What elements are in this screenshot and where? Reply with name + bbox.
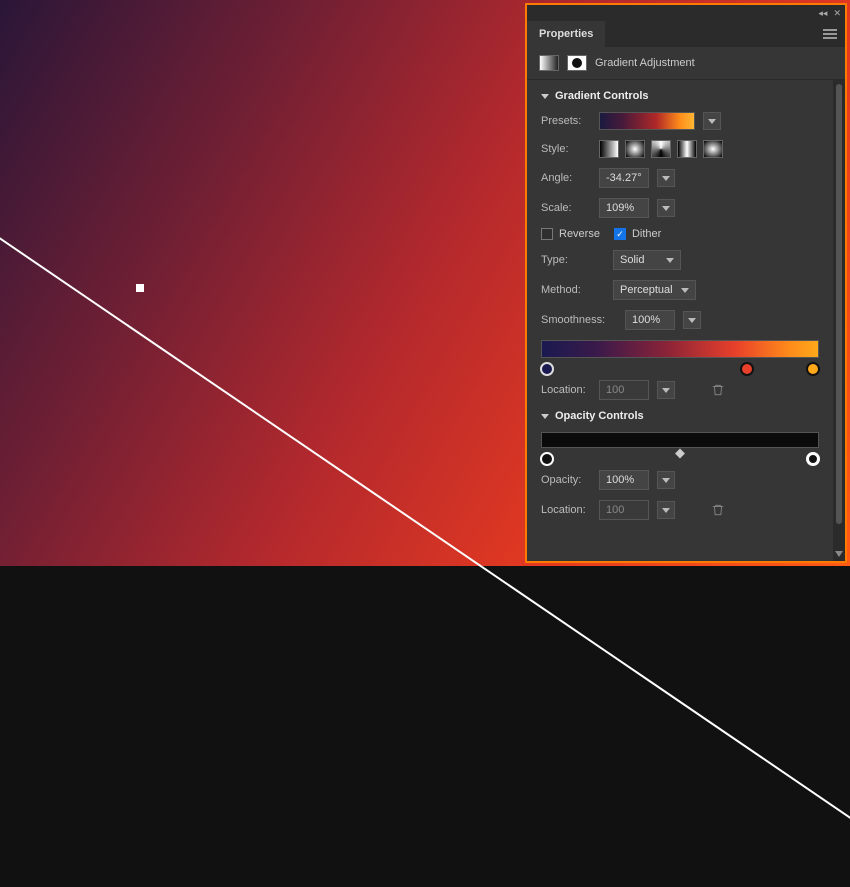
color-location-dropdown[interactable] (657, 381, 675, 399)
dither-checkbox[interactable] (614, 228, 626, 240)
color-stop-3[interactable] (806, 362, 820, 376)
gradient-opacity-bar[interactable] (541, 432, 819, 448)
method-select[interactable]: Perceptual (613, 280, 696, 300)
panel-scrollbar[interactable] (833, 80, 845, 561)
reverse-label: Reverse (559, 228, 600, 240)
presets-label: Presets: (541, 115, 591, 127)
dither-label: Dither (632, 228, 661, 240)
section-gradient-controls[interactable]: Gradient Controls (541, 90, 819, 102)
panel-scroll-content: Gradient Controls Presets: Style: Angle: (527, 80, 833, 561)
angle-dropdown[interactable] (657, 169, 675, 187)
opacity-input[interactable]: 100% (599, 470, 649, 490)
opacity-location-dropdown[interactable] (657, 501, 675, 519)
preset-dropdown-button[interactable] (703, 112, 721, 130)
panel-collapse-icon[interactable]: ◂◂ (818, 8, 827, 19)
color-location-input[interactable]: 100 (599, 380, 649, 400)
angle-input[interactable]: -34.27° (599, 168, 649, 188)
panel-menu-icon[interactable] (823, 29, 837, 39)
opacity-label: Opacity: (541, 474, 591, 486)
type-label: Type: (541, 254, 605, 266)
gradient-color-bar[interactable] (541, 340, 819, 358)
style-angular-icon[interactable] (651, 140, 671, 158)
opacity-stop-1[interactable] (540, 452, 554, 466)
scale-label: Scale: (541, 202, 591, 214)
opacity-location-label: Location: (541, 504, 591, 516)
section-gradient-controls-label: Gradient Controls (555, 90, 649, 102)
adjustment-title: Gradient Adjustment (595, 57, 695, 69)
panel-titlebar: ◂◂ ✕ (527, 5, 845, 21)
panel-tabbar: Properties (527, 21, 845, 47)
chevron-down-icon (541, 94, 549, 99)
style-reflected-icon[interactable] (677, 140, 697, 158)
panel-close-icon[interactable]: ✕ (833, 8, 841, 19)
color-location-label: Location: (541, 384, 591, 396)
method-label: Method: (541, 284, 605, 296)
style-label: Style: (541, 143, 591, 155)
smoothness-label: Smoothness: (541, 314, 617, 326)
opacity-midpoint-handle[interactable] (675, 449, 685, 459)
delete-opacity-stop-icon[interactable] (711, 503, 725, 517)
smoothness-dropdown[interactable] (683, 311, 701, 329)
scrollbar-down-icon[interactable] (835, 551, 843, 559)
chevron-down-icon (541, 414, 549, 419)
section-opacity-controls[interactable]: Opacity Controls (541, 410, 819, 422)
type-select[interactable]: Solid (613, 250, 681, 270)
properties-panel: ◂◂ ✕ Properties Gradient Adjustment Grad… (525, 3, 847, 563)
opacity-stop-2[interactable] (806, 452, 820, 466)
reverse-checkbox[interactable] (541, 228, 553, 240)
color-stop-2[interactable] (740, 362, 754, 376)
opacity-location-input[interactable]: 100 (599, 500, 649, 520)
scale-input[interactable]: 109% (599, 198, 649, 218)
angle-label: Angle: (541, 172, 591, 184)
gradient-origin-handle[interactable] (136, 284, 144, 292)
adjustment-header: Gradient Adjustment (527, 47, 845, 80)
gradient-preset-swatch[interactable] (599, 112, 695, 130)
layer-mask-icon[interactable] (567, 55, 587, 71)
delete-stop-icon[interactable] (711, 383, 725, 397)
style-linear-icon[interactable] (599, 140, 619, 158)
gradient-thumbnail-icon[interactable] (539, 55, 559, 71)
tab-properties[interactable]: Properties (527, 21, 605, 47)
smoothness-input[interactable]: 100% (625, 310, 675, 330)
color-stop-1[interactable] (540, 362, 554, 376)
scale-dropdown[interactable] (657, 199, 675, 217)
section-opacity-controls-label: Opacity Controls (555, 410, 644, 422)
scrollbar-thumb[interactable] (836, 84, 842, 524)
opacity-dropdown[interactable] (657, 471, 675, 489)
style-radial-icon[interactable] (625, 140, 645, 158)
style-diamond-icon[interactable] (703, 140, 723, 158)
